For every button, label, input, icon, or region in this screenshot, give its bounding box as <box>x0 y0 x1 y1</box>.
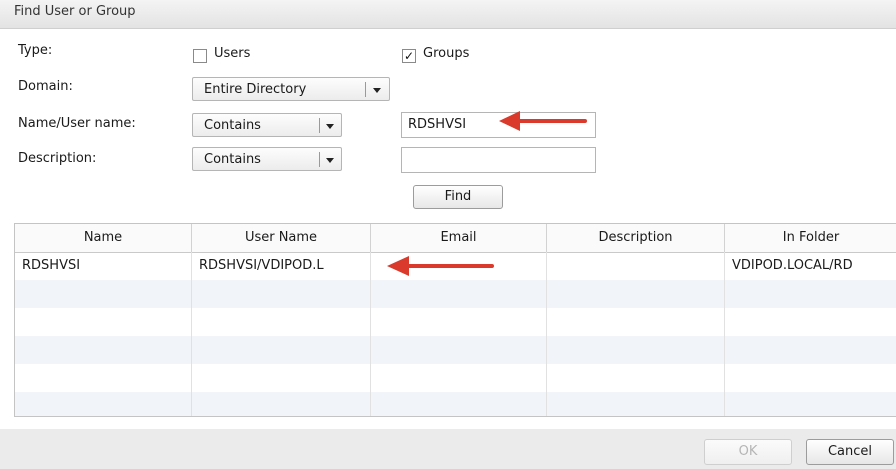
table-row-empty <box>15 336 896 364</box>
cell-name: RDSHVSI <box>15 252 192 280</box>
name-match-dropdown[interactable]: Contains <box>192 113 342 137</box>
cell-description <box>547 252 725 280</box>
domain-label: Domain: <box>18 79 73 94</box>
chevron-down-icon <box>326 124 334 129</box>
ok-button[interactable]: OK <box>704 439 792 465</box>
column-header-user-name[interactable]: User Name <box>192 224 371 252</box>
table-row-empty <box>15 392 896 416</box>
groups-checkbox[interactable]: ✓ <box>402 49 416 63</box>
dialog-title: Find User or Group <box>14 4 136 19</box>
table-header: Name User Name Email Description In Fold… <box>15 224 896 253</box>
results-table: Name User Name Email Description In Fold… <box>14 223 896 417</box>
description-match-value: Contains <box>204 152 261 167</box>
table-row[interactable]: RDSHVSI RDSHVSI/VDIPOD.L VDIPOD.LOCAL/RD <box>15 252 896 280</box>
column-header-email[interactable]: Email <box>371 224 547 252</box>
find-button[interactable]: Find <box>413 185 503 209</box>
type-label: Type: <box>18 43 53 58</box>
table-row-empty <box>15 308 896 336</box>
name-input[interactable]: RDSHVSI <box>401 112 596 138</box>
dropdown-separator <box>319 118 320 133</box>
cancel-button[interactable]: Cancel <box>806 439 894 465</box>
users-checkbox[interactable] <box>193 49 207 63</box>
chevron-down-icon <box>326 158 334 163</box>
dialog-titlebar: Find User or Group <box>0 0 896 29</box>
name-label: Name/User name: <box>18 116 136 131</box>
table-row-empty <box>15 280 896 308</box>
dialog-footer: OK Cancel <box>0 429 896 469</box>
groups-checkbox-label[interactable]: Groups <box>423 46 469 61</box>
description-label: Description: <box>18 151 97 166</box>
domain-dropdown[interactable]: Entire Directory <box>192 77 390 101</box>
cell-user-name: RDSHVSI/VDIPOD.L <box>192 252 371 280</box>
column-header-description[interactable]: Description <box>547 224 725 252</box>
chevron-down-icon <box>373 88 381 93</box>
table-row-empty <box>15 364 896 392</box>
description-match-dropdown[interactable]: Contains <box>192 147 342 171</box>
column-header-in-folder[interactable]: In Folder <box>725 224 896 252</box>
name-match-value: Contains <box>204 118 261 133</box>
users-checkbox-label[interactable]: Users <box>214 46 250 61</box>
column-header-name[interactable]: Name <box>15 224 192 252</box>
dropdown-separator <box>319 152 320 167</box>
check-icon: ✓ <box>403 49 415 63</box>
cell-email <box>371 252 547 280</box>
domain-dropdown-value: Entire Directory <box>204 82 307 97</box>
dropdown-separator <box>365 82 366 97</box>
cell-in-folder: VDIPOD.LOCAL/RD <box>732 258 853 273</box>
description-input[interactable] <box>401 147 596 173</box>
